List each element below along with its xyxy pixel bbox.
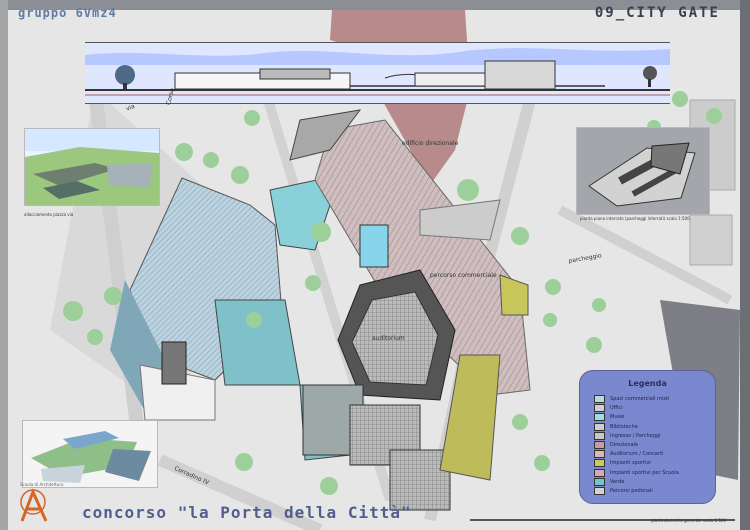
legend-panel: Legenda Spazi commerciali misti Uffici Mus… xyxy=(579,370,716,504)
legend-swatch xyxy=(594,459,605,468)
legend-swatch xyxy=(594,450,605,459)
plan-caption: planivolumetria generale scala 1:500 xyxy=(651,518,726,523)
legend-label: Auditorium / Concerti xyxy=(610,451,664,458)
legend-swatch xyxy=(594,441,605,449)
legend-swatch xyxy=(594,422,605,431)
legend-swatch xyxy=(594,468,605,477)
competition-board: allacciamento piazza via pianta piano in… xyxy=(0,0,750,530)
legend-label: Direzionale xyxy=(610,442,639,448)
legend-item: Spazi commerciali misti xyxy=(594,395,669,403)
legend-item: Impianti sportivi xyxy=(594,459,651,468)
render-aerial-view xyxy=(24,128,160,206)
mini-plan-caption: pianta piano interrato (parcheggi interr… xyxy=(580,216,690,221)
building-label-1: edificio direzionale xyxy=(402,140,459,147)
render-left-caption: allacciamento piazza via xyxy=(24,212,74,217)
project-title: 09_CITY GATE xyxy=(594,5,720,21)
legend-swatch xyxy=(594,404,605,413)
legend-item: Percorsi pedonali xyxy=(594,487,653,495)
legend-label: Percorsi pedonali xyxy=(610,488,653,494)
legend-label: Impianti sportivi per Scuola xyxy=(610,469,679,476)
legend-label: Biblioteche xyxy=(610,423,638,430)
legend-title: Legenda xyxy=(628,379,667,388)
legend-item: Ingresso / Parcheggi xyxy=(594,431,661,440)
legend-item: Verde xyxy=(594,477,625,486)
legend-label: Ingresso / Parcheggi xyxy=(610,432,661,439)
legend-swatch xyxy=(594,477,605,486)
underground-parking-plan xyxy=(576,127,710,215)
legend-swatch xyxy=(594,487,605,495)
legend-swatch xyxy=(594,395,605,403)
legend-item: Uffici xyxy=(594,404,623,413)
legend-item: Direzionale xyxy=(594,441,638,449)
competition-title: concorso "la Porta della Città" xyxy=(82,503,412,522)
render-courtyard-view xyxy=(22,420,158,488)
legend-swatch xyxy=(594,431,605,440)
legend-item: Musei xyxy=(594,413,625,422)
legend-label: Spazi commerciali misti xyxy=(610,396,670,402)
legend-item: Biblioteche xyxy=(594,422,638,431)
legend-label: Musei xyxy=(610,414,625,421)
building-label-4: percorso commerciale xyxy=(430,272,497,279)
legend-item: Auditorium / Concerti xyxy=(594,450,664,459)
legend-label: Impianti sportivi xyxy=(610,460,651,467)
group-label: gruppo 6Vmz4 xyxy=(18,6,117,20)
legend-label: Verde xyxy=(610,478,625,485)
legend-swatch xyxy=(594,413,605,422)
legend-label: Uffici xyxy=(610,405,623,412)
building-label-3: auditorium xyxy=(372,335,405,342)
school-logo xyxy=(20,488,48,522)
legend-item: Impianti sportivi per Scuola xyxy=(594,468,679,477)
